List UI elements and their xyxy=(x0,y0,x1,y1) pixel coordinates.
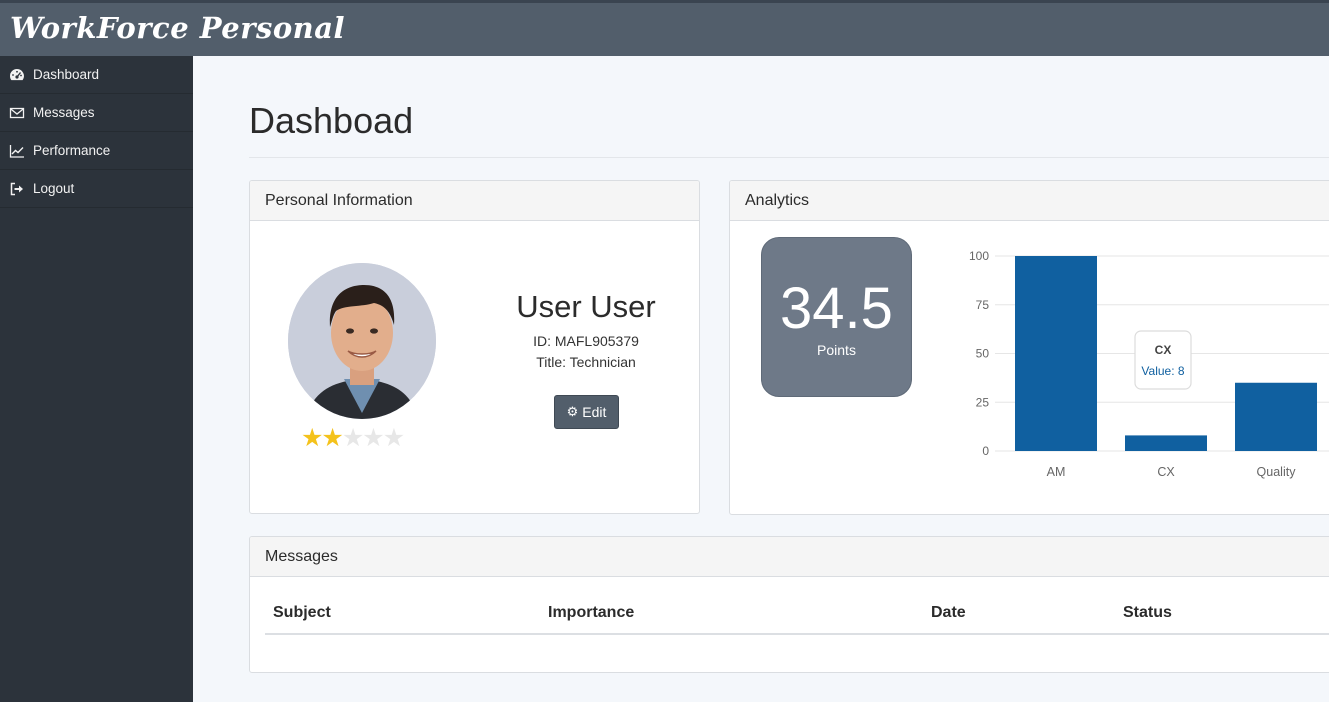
x-tick-label: CX xyxy=(1157,465,1175,479)
page-title: Dashboad xyxy=(249,100,414,141)
star-empty-icon[interactable]: ★ xyxy=(362,424,384,452)
star-empty-icon[interactable]: ★ xyxy=(383,424,405,452)
logout-icon xyxy=(9,181,25,197)
y-tick-label: 25 xyxy=(976,395,990,409)
column-header-status[interactable]: Status xyxy=(1123,604,1172,622)
y-tick-label: 50 xyxy=(976,347,990,361)
sidebar-item-logout[interactable]: Logout xyxy=(0,170,193,208)
analytics-panel: Analytics 34.5 Points 0 25 50 75 100 AM CX Qual… xyxy=(729,180,1329,515)
points-label: Points xyxy=(817,342,856,358)
points-tile: 34.5 Points xyxy=(761,237,912,397)
brand-logo[interactable]: WorkForce Personal xyxy=(10,11,345,45)
x-tick-label: AM xyxy=(1047,465,1066,479)
sidebar-item-label: Messages xyxy=(33,105,95,120)
sidebar-item-messages[interactable]: Messages xyxy=(0,94,193,132)
bar-am[interactable] xyxy=(1015,256,1097,451)
panel-heading: Messages xyxy=(250,537,1329,577)
gear-icon: ⚙ xyxy=(566,404,579,419)
bar-cx[interactable] xyxy=(1125,435,1207,451)
title-divider xyxy=(249,157,1329,158)
line-chart-icon xyxy=(9,143,25,159)
star-rating[interactable]: ★★★★★ xyxy=(301,423,405,453)
sidebar-item-performance[interactable]: Performance xyxy=(0,132,193,170)
sidebar-item-label: Logout xyxy=(33,181,75,196)
column-header-importance[interactable]: Importance xyxy=(548,604,634,622)
sidebar-item-label: Dashboard xyxy=(33,67,100,82)
top-bar: WorkForce Personal xyxy=(0,0,1329,56)
edit-label: Edit xyxy=(582,404,607,420)
chart-tooltip xyxy=(1134,330,1192,390)
x-tick-label: Quality xyxy=(1257,465,1297,479)
bar-chart: 0 25 50 75 100 AM CX Quality CX Value: 8 xyxy=(969,249,1329,479)
avatar xyxy=(288,263,436,419)
bar-quality[interactable] xyxy=(1235,382,1317,451)
points-value: 34.5 xyxy=(780,276,893,341)
main-content: Dashboad Personal Information ★★★★★ User… xyxy=(193,56,1329,702)
personal-information-panel: Personal Information ★★★★★ User User ID:… xyxy=(249,180,700,514)
sidebar-item-dashboard[interactable]: Dashboard xyxy=(0,56,193,94)
column-header-subject[interactable]: Subject xyxy=(273,604,331,622)
star-filled-icon[interactable]: ★ xyxy=(321,424,343,452)
star-filled-icon[interactable]: ★ xyxy=(301,424,323,452)
sidebar: Dashboard Messages Performance Logout xyxy=(0,56,193,702)
messages-panel: Messages Subject Importance Date Status xyxy=(249,536,1329,673)
y-tick-label: 0 xyxy=(982,444,989,458)
column-header-date[interactable]: Date xyxy=(931,604,966,622)
tooltip-title: CX xyxy=(1155,343,1172,357)
star-empty-icon[interactable]: ★ xyxy=(342,424,364,452)
tooltip-value: Value: 8 xyxy=(1141,364,1184,378)
user-id: ID: MAFL905379 xyxy=(533,333,639,349)
y-tick-label: 75 xyxy=(976,298,990,312)
user-name: User User xyxy=(516,289,656,324)
sidebar-item-label: Performance xyxy=(33,143,111,158)
y-tick-label: 100 xyxy=(969,249,989,263)
envelope-icon xyxy=(9,105,25,121)
edit-button[interactable]: ⚙ Edit xyxy=(554,395,619,429)
panel-heading: Personal Information xyxy=(250,181,699,221)
dashboard-icon xyxy=(9,67,25,83)
user-title: Title: Technician xyxy=(536,354,636,370)
messages-table-header: Subject Importance Date Status xyxy=(265,601,1329,635)
